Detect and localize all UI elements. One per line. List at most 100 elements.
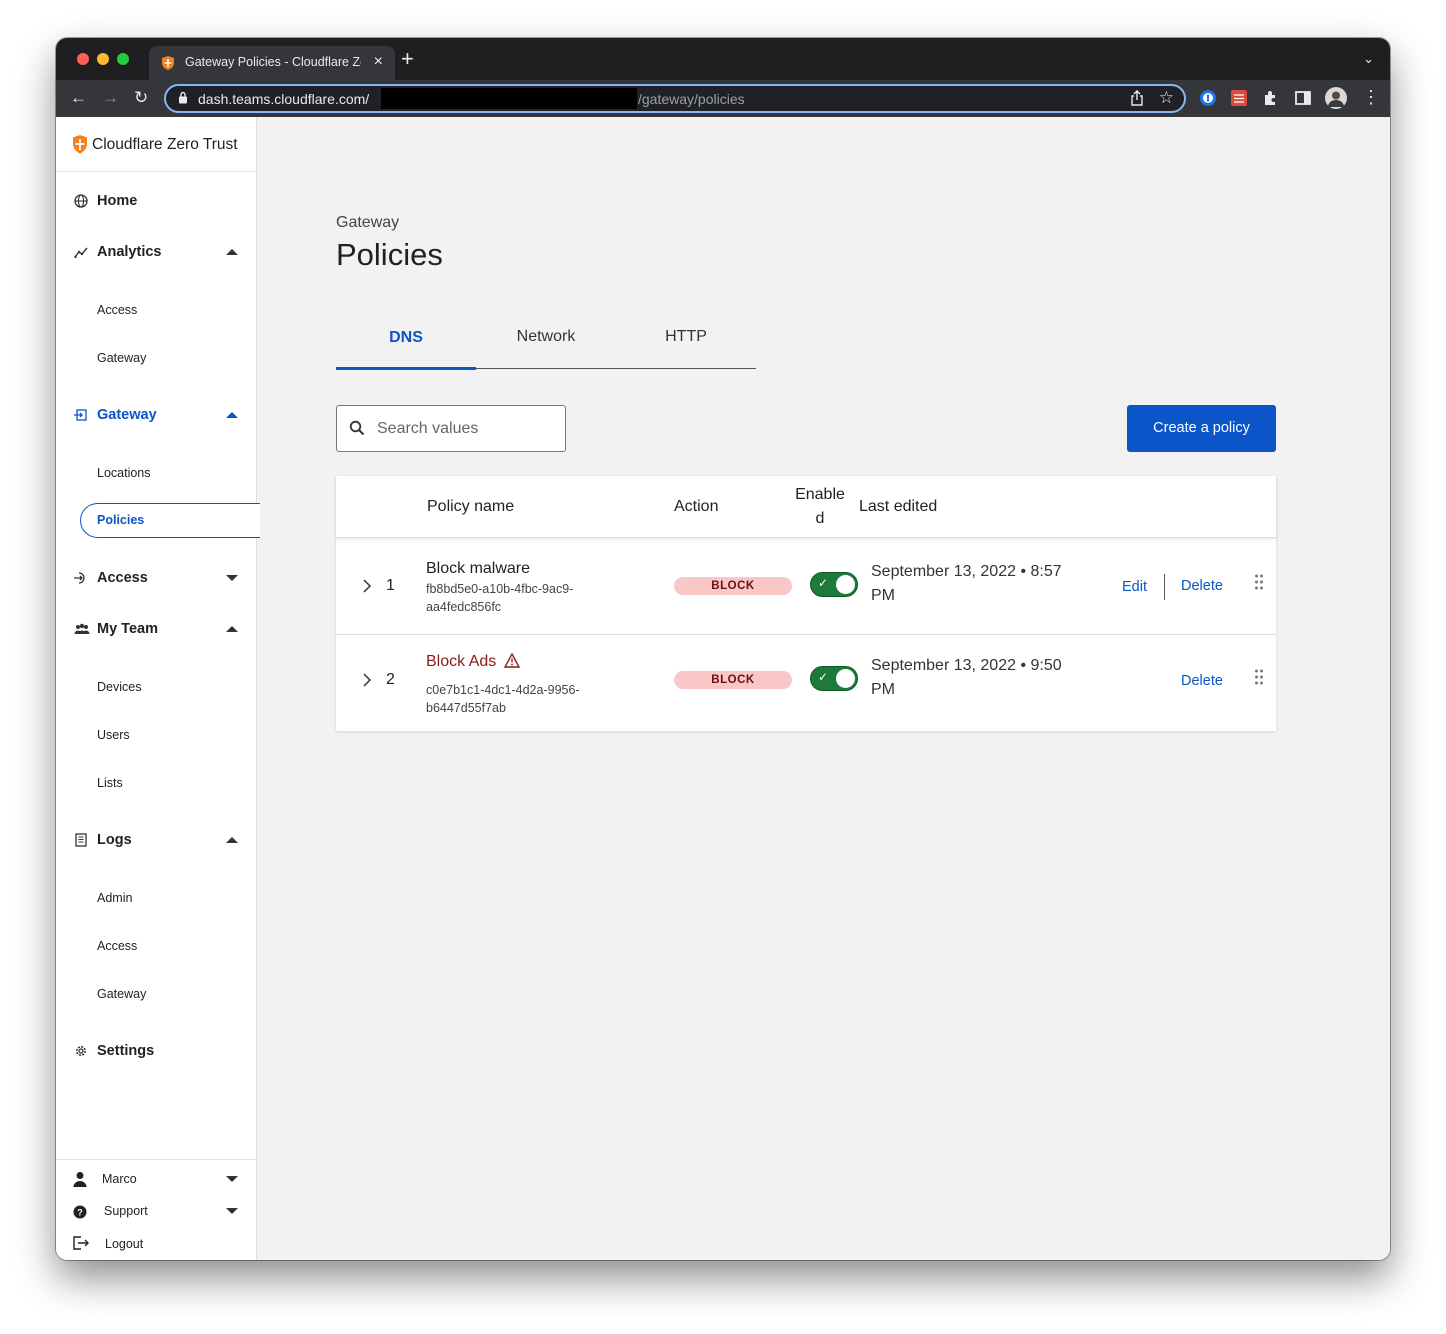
drag-handle-icon[interactable] — [1254, 669, 1264, 685]
last-edited: September 13, 2022 • 9:50 PM — [871, 657, 1062, 698]
enabled-toggle[interactable]: ✓ — [810, 666, 858, 691]
action-badge: BLOCK — [674, 577, 792, 595]
sidebar-item-my-team[interactable]: My Team — [56, 615, 256, 645]
user-icon — [73, 1172, 87, 1187]
address-bar[interactable]: dash.teams.cloudflare.com/ /gateway/poli… — [164, 84, 1186, 113]
warning-icon — [503, 652, 520, 668]
close-tab-icon[interactable]: × — [374, 53, 383, 71]
search-icon — [349, 420, 365, 436]
action-badge: BLOCK — [674, 671, 792, 689]
delete-link[interactable]: Delete — [1181, 673, 1223, 689]
logout-icon — [73, 1236, 89, 1250]
logout-button[interactable]: Logout — [56, 1231, 256, 1257]
check-icon: ✓ — [818, 670, 829, 684]
policy-id: fb8bd5e0-a10b-4fbc-9ac9-aa4fedc856fc — [426, 582, 574, 614]
breadcrumb[interactable]: Gateway — [336, 214, 399, 232]
access-icon — [74, 572, 85, 584]
sidebar-subitem-users[interactable]: Users — [97, 728, 130, 742]
column-header-last-edited[interactable]: Last edited — [859, 498, 937, 516]
toggle-knob — [836, 669, 855, 688]
enabled-toggle[interactable]: ✓ — [810, 572, 858, 597]
browser-window: Gateway Policies - Cloudflare Zero Trust… — [56, 38, 1390, 1260]
support-menu[interactable]: ? Support — [56, 1198, 256, 1224]
user-name: Marco — [102, 1172, 137, 1186]
close-window-button[interactable] — [77, 53, 89, 65]
bookmark-star-icon[interactable]: ☆ — [1159, 88, 1174, 108]
sidebar-item-analytics[interactable]: Analytics — [56, 238, 256, 268]
sidebar-item-logs[interactable]: Logs — [56, 826, 256, 856]
table-row: 2 Block Ads c0e7b1c1-4dc1-4d2a-9956-b644… — [336, 633, 1276, 729]
table-row: 1 Block malware fb8bd5e0-a10b-4fbc-9ac9-… — [336, 539, 1276, 635]
todo-extension-icon[interactable] — [1230, 89, 1248, 107]
expand-caret-icon — [226, 1176, 238, 1182]
sidebar-subitem-locations[interactable]: Locations — [97, 466, 151, 480]
redacted-account-id — [381, 88, 637, 109]
column-header-action[interactable]: Action — [674, 498, 718, 516]
delete-link[interactable]: Delete — [1181, 578, 1223, 594]
chevron-right-icon[interactable] — [362, 672, 372, 688]
expand-caret-icon — [226, 1208, 238, 1214]
policies-table: Policy name Action Enable d Last edited … — [336, 476, 1276, 731]
policy-name-wrapper: Block Ads — [426, 652, 520, 671]
sidebar-item-access[interactable]: Access — [56, 564, 256, 594]
back-arrow-icon[interactable]: ← — [70, 88, 87, 108]
url-host: dash.teams.cloudflare.com/ — [198, 91, 370, 107]
password-manager-extension-icon[interactable] — [1199, 89, 1217, 107]
sidebar-subitem-analytics-access[interactable]: Access — [97, 303, 137, 317]
search-input[interactable] — [377, 418, 557, 440]
create-policy-button[interactable]: Create a policy — [1127, 405, 1276, 452]
sidebar-subitem-lists[interactable]: Lists — [97, 776, 123, 790]
action-divider — [1164, 574, 1165, 600]
sidebar-subitem-policies[interactable]: Policies — [80, 503, 260, 538]
drag-handle-icon[interactable] — [1254, 574, 1264, 590]
table-header: Policy name Action Enable d Last edited — [336, 476, 1276, 538]
reload-icon[interactable]: ↻ — [134, 88, 148, 108]
brand-header[interactable]: Cloudflare Zero Trust — [56, 117, 256, 172]
tab-search-chevron-icon[interactable]: ⌄ — [1363, 51, 1374, 67]
edit-link[interactable]: Edit — [1122, 579, 1147, 595]
side-panel-icon[interactable] — [1294, 89, 1312, 107]
sidebar-subitem-logs-gateway[interactable]: Gateway — [97, 987, 146, 1001]
minimize-window-button[interactable] — [97, 53, 109, 65]
browser-tab-strip: Gateway Policies - Cloudflare Zero Trust… — [56, 38, 1390, 80]
sidebar-item-home[interactable]: Home — [56, 187, 256, 217]
url-path: /gateway/policies — [638, 91, 745, 107]
browser-tab[interactable]: Gateway Policies - Cloudflare Zero Trust… — [149, 46, 395, 80]
sidebar-subitem-logs-access[interactable]: Access — [97, 939, 137, 953]
chevron-right-icon[interactable] — [362, 578, 372, 594]
active-tab-indicator — [336, 367, 476, 370]
sidebar-item-label: Analytics — [97, 244, 162, 260]
share-icon[interactable] — [1130, 90, 1144, 106]
sidebar-item-gateway[interactable]: Gateway — [56, 401, 256, 431]
new-tab-button[interactable]: + — [401, 48, 414, 70]
sidebar-item-settings[interactable]: Settings — [56, 1037, 256, 1067]
column-header-policy-name[interactable]: Policy name — [427, 498, 514, 516]
tab-dns[interactable]: DNS — [336, 329, 476, 347]
browser-menu-icon[interactable]: ⋮ — [1362, 87, 1380, 107]
tab-http[interactable]: HTTP — [616, 328, 756, 346]
sidebar-item-label: My Team — [97, 621, 158, 637]
search-box[interactable] — [336, 405, 566, 452]
sidebar-item-label: Access — [97, 570, 148, 586]
maximize-window-button[interactable] — [117, 53, 129, 65]
last-edited: September 13, 2022 • 8:57 PM — [871, 563, 1062, 604]
support-label: Support — [104, 1204, 148, 1218]
forward-arrow-icon[interactable]: → — [102, 88, 119, 108]
collapse-caret-icon — [226, 249, 238, 255]
profile-avatar[interactable] — [1325, 87, 1347, 109]
tab-network[interactable]: Network — [476, 328, 616, 346]
team-icon — [74, 623, 90, 634]
sidebar-subitem-devices[interactable]: Devices — [97, 680, 141, 694]
sidebar-item-label: Settings — [97, 1043, 155, 1059]
policy-precedence: 2 — [386, 671, 395, 688]
user-menu[interactable]: Marco — [56, 1166, 256, 1192]
extensions-puzzle-icon[interactable] — [1262, 89, 1280, 107]
cloudflare-shield-favicon-icon — [162, 56, 174, 70]
gear-icon — [76, 1046, 86, 1056]
svg-text:?: ? — [77, 1208, 83, 1218]
column-header-enabled[interactable]: Enable d — [791, 483, 849, 531]
sidebar-subitem-logs-admin[interactable]: Admin — [97, 891, 132, 905]
check-icon: ✓ — [818, 576, 829, 590]
policy-name: Block Ads — [426, 653, 497, 670]
sidebar-subitem-analytics-gateway[interactable]: Gateway — [97, 351, 146, 365]
